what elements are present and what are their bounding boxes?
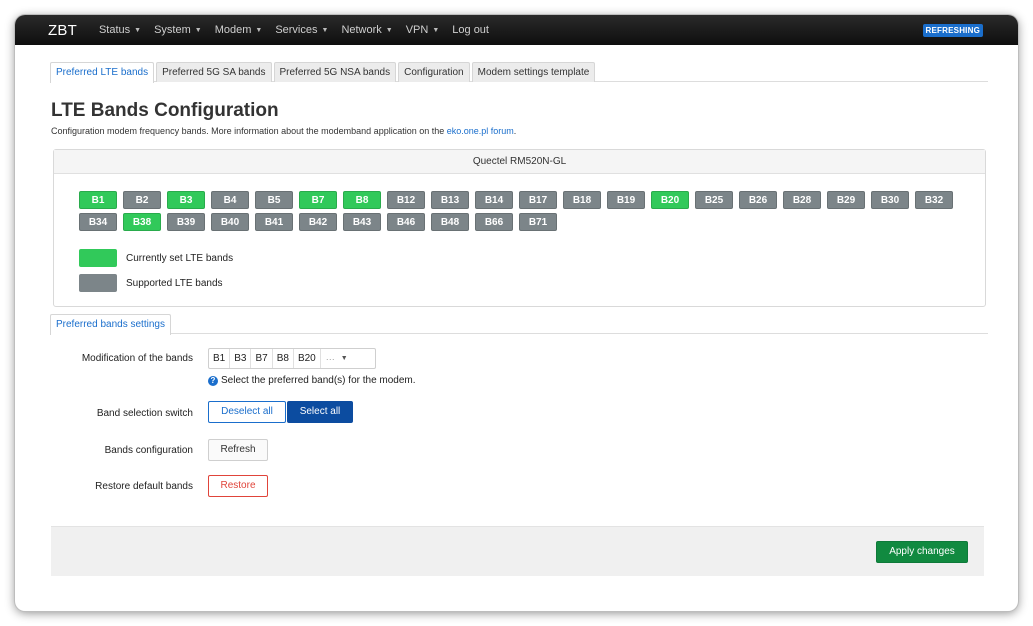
- nav-system-label: System: [154, 24, 191, 36]
- chevron-down-icon: ▼: [340, 355, 348, 362]
- description-end: .: [513, 126, 517, 136]
- band-chip-b4: B4: [211, 191, 249, 209]
- nav-network-label: Network: [341, 24, 382, 36]
- band-chip-b3: B3: [167, 191, 205, 209]
- bands-grid: B1 B2 B3 B4 B5 B7 B8 B12 B13 B14 B17 B18 B19 B20 B25 B2…: [79, 191, 969, 231]
- legend-supported: Supported LTE bands: [79, 274, 479, 292]
- band-chip-b1: B1: [79, 191, 117, 209]
- modem-name: Quectel RM520N-GL: [54, 150, 985, 174]
- description-text: Configuration modem frequency bands. Mor…: [51, 126, 447, 136]
- tab-preferred-bands-settings[interactable]: Preferred bands settings: [50, 314, 171, 335]
- band-chip-b39: B39: [167, 213, 205, 231]
- band-chip-b7: B7: [299, 191, 337, 209]
- modification-label: Modification of the bands: [81, 353, 193, 364]
- page-title: LTE Bands Configuration: [51, 100, 279, 121]
- band-chip-b14: B14: [475, 191, 513, 209]
- chevron-down-icon: ▼: [432, 26, 440, 34]
- deselect-all-button[interactable]: Deselect all: [208, 401, 286, 423]
- help-text-label: Select the preferred band(s) for the mod…: [221, 375, 416, 386]
- browser-window: ZBT Status ▼ System ▼ Modem ▼ Services ▼ Net…: [15, 15, 1018, 611]
- legend-supported-swatch: [79, 274, 117, 292]
- band-chip-b29: B29: [827, 191, 865, 209]
- tab-preferred-lte-bands[interactable]: Preferred LTE bands: [50, 62, 155, 83]
- chevron-down-icon: ▼: [134, 26, 142, 34]
- chevron-down-icon: ▼: [194, 26, 202, 34]
- legend-supported-label: Supported LTE bands: [126, 277, 223, 289]
- band-chip-b19: B19: [607, 191, 645, 209]
- selected-band: B3: [230, 349, 252, 368]
- selected-band: B7: [251, 349, 273, 368]
- selected-band: B8: [273, 349, 294, 368]
- nav-logout[interactable]: Log out: [452, 24, 489, 36]
- nav-network[interactable]: Network ▼: [341, 24, 392, 36]
- band-chip-b12: B12: [387, 191, 425, 209]
- legend-current: Currently set LTE bands: [79, 249, 479, 267]
- refresh-button[interactable]: Refresh: [208, 439, 268, 461]
- bands-panel: Quectel RM520N-GL B1 B2 B3 B4 B5 B7 B8 B12 B13 B1…: [53, 149, 986, 307]
- chevron-down-icon: ▼: [321, 26, 329, 34]
- band-chip-b34: B34: [79, 213, 117, 231]
- settings-tabs: Preferred bands settings: [50, 314, 988, 335]
- nav-status[interactable]: Status ▼: [99, 24, 141, 36]
- band-chip-b32: B32: [915, 191, 953, 209]
- band-chip-b46: B46: [387, 213, 425, 231]
- select-all-button[interactable]: Select all: [287, 401, 353, 423]
- legend-current-label: Currently set LTE bands: [126, 252, 234, 264]
- nav-system[interactable]: System ▼: [154, 24, 202, 36]
- nav-modem-label: Modem: [214, 24, 252, 36]
- page-description: Configuration modem frequency bands. Mor…: [51, 126, 516, 136]
- band-chip-b40: B40: [211, 213, 249, 231]
- restore-label: Restore default bands: [95, 481, 193, 492]
- nav-vpn-label: VPN: [405, 24, 429, 36]
- band-chip-b20: B20: [651, 191, 689, 209]
- tab-preferred-5g-sa-bands[interactable]: Preferred 5G SA bands: [156, 62, 272, 82]
- band-chip-b8: B8: [343, 191, 381, 209]
- band-chip-b43: B43: [343, 213, 381, 231]
- bands-multiselect[interactable]: B1 B3 B7 B8 B20 ··· ▼: [208, 348, 376, 369]
- band-chip-b28: B28: [783, 191, 821, 209]
- more-indicator: ···: [325, 353, 335, 364]
- nav-vpn[interactable]: VPN ▼: [406, 24, 440, 36]
- chevron-down-icon: ▼: [385, 26, 393, 34]
- top-navbar: ZBT Status ▼ System ▼ Modem ▼ Services ▼ Net…: [15, 15, 1018, 45]
- tab-configuration[interactable]: Configuration: [398, 62, 470, 82]
- nav-logout-label: Log out: [452, 24, 489, 36]
- help-text: ? Select the preferred band(s) for the m…: [208, 375, 416, 386]
- band-chip-b48: B48: [431, 213, 469, 231]
- band-chip-b13: B13: [431, 191, 469, 209]
- legend-current-swatch: [79, 249, 117, 267]
- footer-bar: Apply changes: [51, 526, 984, 576]
- nav-services[interactable]: Services ▼: [275, 24, 328, 36]
- switch-label: Band selection switch: [96, 408, 193, 419]
- band-chip-b41: B41: [255, 213, 293, 231]
- band-chip-b38: B38: [123, 213, 161, 231]
- apply-changes-button[interactable]: Apply changes: [876, 541, 968, 563]
- band-chip-b66: B66: [475, 213, 513, 231]
- main-tabs: Preferred LTE bands Preferred 5G SA band…: [50, 62, 988, 83]
- band-chip-b2: B2: [123, 191, 161, 209]
- band-chip-b5: B5: [255, 191, 293, 209]
- band-chip-b42: B42: [299, 213, 337, 231]
- tab-preferred-5g-nsa-bands[interactable]: Preferred 5G NSA bands: [273, 62, 397, 82]
- refreshing-badge[interactable]: REFRESHING: [922, 24, 983, 37]
- nav-status-label: Status: [98, 24, 131, 36]
- selected-band: B1: [209, 349, 231, 368]
- tab-modem-settings-template[interactable]: Modem settings template: [471, 62, 596, 82]
- eko-forum-link[interactable]: eko.one.pl forum: [447, 126, 514, 136]
- brand-logo[interactable]: ZBT: [48, 22, 77, 39]
- band-chip-b17: B17: [519, 191, 557, 209]
- band-chip-b71: B71: [519, 213, 557, 231]
- band-chip-b30: B30: [871, 191, 909, 209]
- config-label: Bands configuration: [104, 445, 193, 456]
- band-chip-b25: B25: [695, 191, 733, 209]
- nav-modem[interactable]: Modem ▼: [215, 24, 263, 36]
- nav-services-label: Services: [275, 24, 318, 36]
- band-chip-b26: B26: [739, 191, 777, 209]
- selected-band: B20: [294, 349, 321, 368]
- chevron-down-icon: ▼: [255, 26, 263, 34]
- restore-button[interactable]: Restore: [208, 475, 268, 497]
- band-chip-b18: B18: [563, 191, 601, 209]
- help-icon: ?: [208, 375, 218, 386]
